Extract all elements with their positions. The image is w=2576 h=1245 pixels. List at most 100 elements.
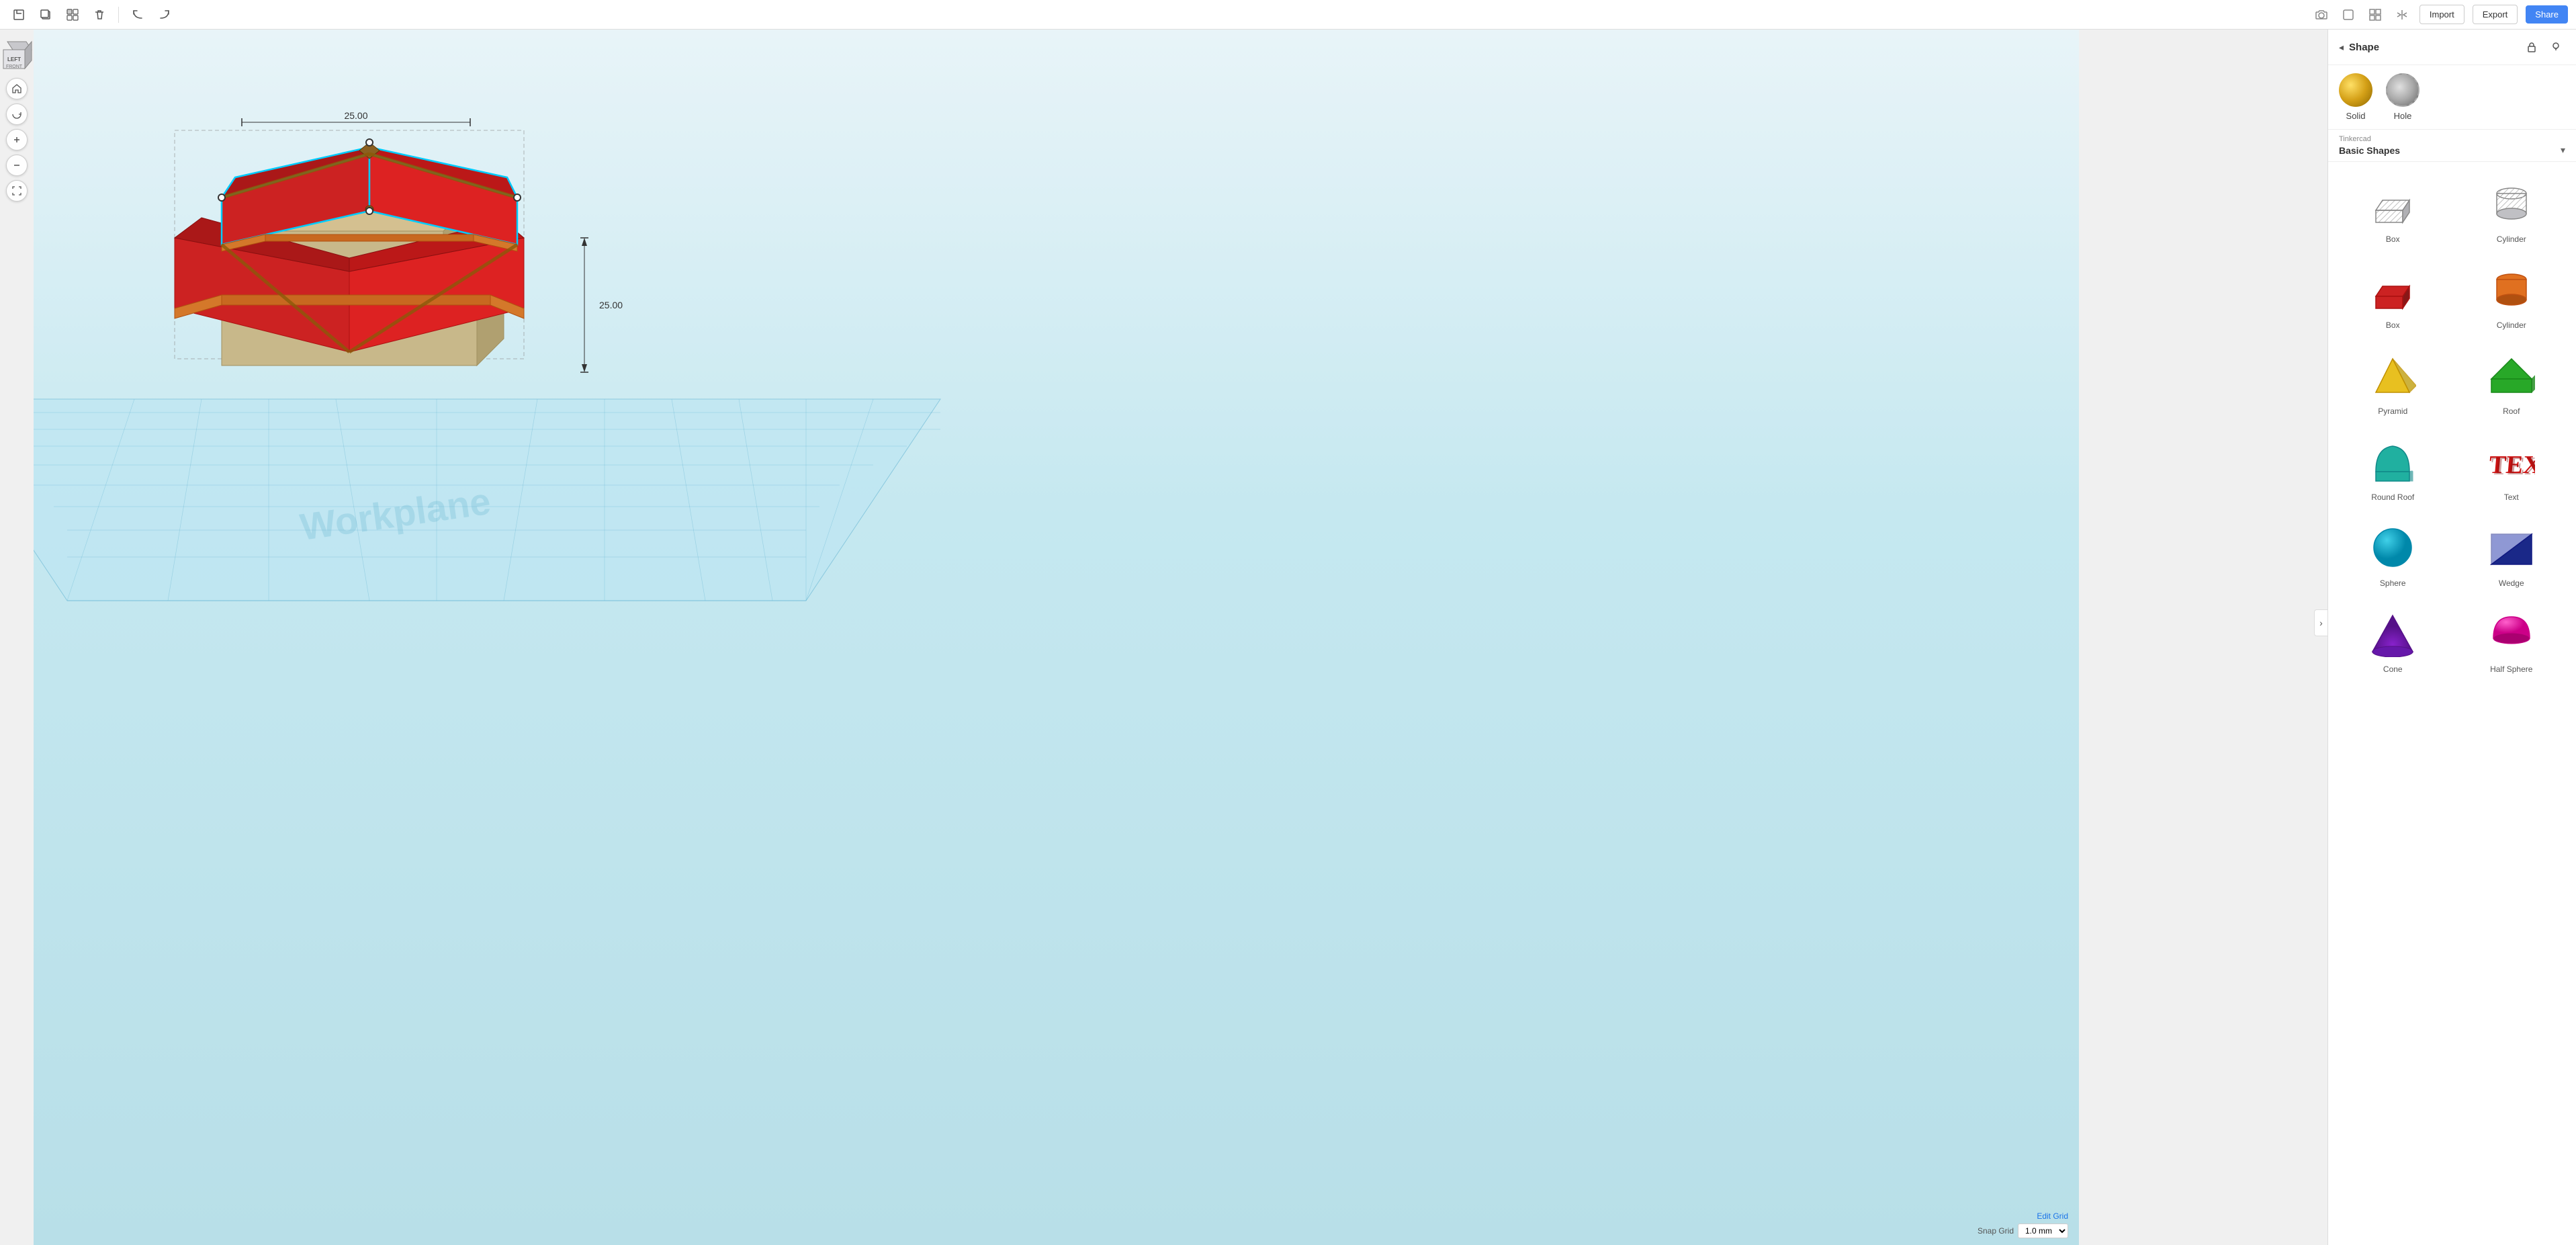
shape-label-half-sphere: Half Sphere xyxy=(2490,664,2532,674)
new-design-button[interactable] xyxy=(8,4,30,26)
export-button[interactable]: Export xyxy=(2473,5,2518,24)
bulb-icon-button[interactable] xyxy=(2546,38,2565,56)
dim-arrow-up xyxy=(582,238,587,246)
shape-item-cone[interactable]: Cone xyxy=(2336,600,2450,681)
left-panel: LEFT FRONT xyxy=(0,30,34,1245)
svg-text:TEXT: TEXT xyxy=(2489,452,2535,480)
shape-label-sphere: Sphere xyxy=(2380,578,2406,588)
grid-icon[interactable] xyxy=(2366,5,2385,24)
shape-label-round-roof: Round Roof xyxy=(2371,492,2414,502)
shape-item-sphere[interactable]: Sphere xyxy=(2336,514,2450,595)
import-button[interactable]: Import xyxy=(2419,5,2464,24)
home-button[interactable] xyxy=(6,78,28,99)
toolbar-sep-1 xyxy=(118,7,119,23)
right-panel: ◂ Shape Solid Hole Tin xyxy=(2327,30,2576,1245)
dim-text-h: 25.00 xyxy=(344,110,367,121)
shape-icon-roof xyxy=(2485,349,2538,402)
delete-button[interactable] xyxy=(89,4,110,26)
library-name: Basic Shapes xyxy=(2339,145,2400,156)
shape-icon-cone xyxy=(2366,607,2419,660)
shape-icon-cylinder-gray xyxy=(2485,177,2538,230)
solid-button[interactable]: Solid xyxy=(2339,73,2372,121)
solid-label: Solid xyxy=(2346,111,2366,121)
shape-label-box-red: Box xyxy=(2386,320,2400,330)
lock-icon-button[interactable] xyxy=(2522,38,2541,56)
solid-icon xyxy=(2339,73,2372,107)
shape-icon-box-red xyxy=(2366,263,2419,316)
cube-front-label: FRONT xyxy=(6,65,23,69)
model-svg[interactable]: 25.00 25.00 xyxy=(87,43,725,446)
share-button[interactable]: Share xyxy=(2526,5,2568,24)
tinkercad-label: Tinkercad xyxy=(2339,135,2565,143)
shape-label-pyramid: Pyramid xyxy=(2378,406,2407,416)
shape-item-cylinder-gray[interactable]: Cylinder xyxy=(2455,170,2569,251)
shape-label-cylinder-orange: Cylinder xyxy=(2497,320,2526,330)
bottom-controls: Edit Grid Snap Grid 1.0 mm 0.5 mm 2.0 mm xyxy=(1978,1211,2068,1238)
rotate-button[interactable] xyxy=(6,103,28,125)
hole-label: Hole xyxy=(2394,111,2412,121)
toggle-view-button[interactable] xyxy=(62,4,83,26)
shape-item-box-gray[interactable]: Box xyxy=(2336,170,2450,251)
shape-item-pyramid[interactable]: Pyramid xyxy=(2336,342,2450,423)
library-chevron-icon: ▾ xyxy=(2561,144,2565,156)
shape-item-roof[interactable]: Roof xyxy=(2455,342,2569,423)
shape-label-wedge: Wedge xyxy=(2499,578,2524,588)
hole-button[interactable]: Hole xyxy=(2386,73,2419,121)
zoom-out-button[interactable] xyxy=(6,155,28,176)
undo-button[interactable] xyxy=(127,4,148,26)
hole-icon xyxy=(2386,73,2419,107)
shape-icon-pyramid xyxy=(2366,349,2419,402)
shape-label-roof: Roof xyxy=(2503,406,2520,416)
handle-tl[interactable] xyxy=(218,194,225,201)
shape-panel-title: Shape xyxy=(2349,42,2517,53)
cube-left-label: LEFT xyxy=(7,56,21,62)
canvas-area[interactable]: Workplane xyxy=(34,30,2079,1245)
shape-panel-header: ◂ Shape xyxy=(2328,30,2576,65)
tinkercad-section: Tinkercad Basic Shapes ▾ xyxy=(2328,130,2576,162)
dim-arrow-down xyxy=(582,364,587,372)
shape-label-cone: Cone xyxy=(2383,664,2403,674)
toolbar: Import Export Share xyxy=(0,0,2576,30)
main-area: LEFT FRONT xyxy=(0,30,2576,1245)
library-dropdown[interactable]: Basic Shapes ▾ xyxy=(2339,144,2565,156)
shape-item-text[interactable]: TEXT TEXT Text xyxy=(2455,428,2569,509)
solid-hole-section: Solid Hole xyxy=(2328,65,2576,130)
shape-icon-box-gray xyxy=(2366,177,2419,230)
shape-label-text: Text xyxy=(2504,492,2519,502)
upper-roof-trim-bottom xyxy=(265,234,474,241)
shape-item-wedge[interactable]: Wedge xyxy=(2455,514,2569,595)
shape-label-box-gray: Box xyxy=(2386,234,2400,244)
shape-item-round-roof[interactable]: Round Roof xyxy=(2336,428,2450,509)
shape-item-half-sphere[interactable]: Half Sphere xyxy=(2455,600,2569,681)
shape-item-box-red[interactable]: Box xyxy=(2336,256,2450,337)
toolbar-right: Import Export Share xyxy=(2312,5,2568,24)
shape-panel-icon-group xyxy=(2522,38,2565,56)
duplicate-button[interactable] xyxy=(35,4,56,26)
handle-tr[interactable] xyxy=(514,194,521,201)
shapes-grid-container: Box xyxy=(2328,162,2576,1245)
snap-grid-label: Snap Grid xyxy=(1978,1226,2014,1236)
redo-button[interactable] xyxy=(154,4,175,26)
shape-item-cylinder-orange[interactable]: Cylinder xyxy=(2455,256,2569,337)
shapes-grid: Box xyxy=(2336,170,2568,681)
shape-icon-wedge xyxy=(2485,521,2538,574)
shape-icon-text: TEXT TEXT xyxy=(2485,435,2538,488)
shape-icon-cylinder-orange xyxy=(2485,263,2538,316)
camera-icon[interactable] xyxy=(2312,5,2331,24)
fit-all-button[interactable] xyxy=(6,180,28,202)
shape-panel-back-arrow[interactable]: ◂ xyxy=(2339,42,2344,53)
panel-chevron[interactable]: › xyxy=(2314,609,2327,636)
handle-peak[interactable] xyxy=(366,139,373,146)
view-cube[interactable]: LEFT FRONT xyxy=(0,36,36,74)
handle-top[interactable] xyxy=(366,208,373,214)
shape-icon-sphere xyxy=(2366,521,2419,574)
snap-grid-select[interactable]: 1.0 mm 0.5 mm 2.0 mm xyxy=(2018,1223,2068,1238)
shape-icon[interactable] xyxy=(2339,5,2358,24)
dim-text-v: 25.00 xyxy=(599,300,623,310)
mirror-icon[interactable] xyxy=(2393,5,2411,24)
shape-icon-round-roof xyxy=(2366,435,2419,488)
zoom-in-button[interactable] xyxy=(6,129,28,151)
lower-roof-trim-bottom xyxy=(222,295,490,305)
shape-label-cylinder-gray: Cylinder xyxy=(2497,234,2526,244)
edit-grid-button[interactable]: Edit Grid xyxy=(2037,1211,2068,1221)
